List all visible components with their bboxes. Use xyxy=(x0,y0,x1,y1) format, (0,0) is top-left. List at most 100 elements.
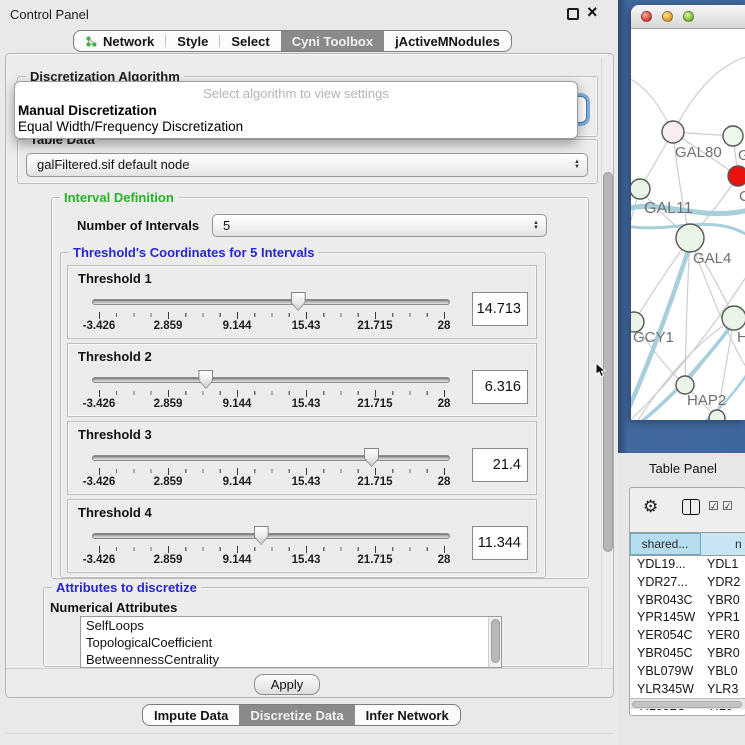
tick-label: 21.715 xyxy=(348,476,402,488)
tab-infer-network[interactable]: Infer Network xyxy=(355,705,460,725)
tab-discretize-data[interactable]: Discretize Data xyxy=(239,705,354,725)
threshold-value-box[interactable]: 11.344 xyxy=(472,526,528,560)
combobox-value: galFiltered.sif default node xyxy=(27,154,587,175)
network-icon xyxy=(85,35,98,48)
table-row[interactable]: YPR145WYPR1 xyxy=(630,609,745,627)
threshold-row: Threshold 1 -3.4262.8599.14415.4321.7152… xyxy=(67,265,537,339)
table-cell: YLR345W xyxy=(630,681,701,699)
column-header-shared-name[interactable]: shared... xyxy=(630,533,701,555)
threshold-value-box[interactable]: 14.713 xyxy=(472,292,528,326)
major-tick xyxy=(99,468,100,475)
slider-thumb[interactable] xyxy=(364,448,379,467)
major-tick xyxy=(306,312,307,319)
major-tick xyxy=(375,546,376,553)
number-of-intervals-combobox[interactable]: 5 ▲▼ xyxy=(212,214,547,237)
network-window-titlebar[interactable] xyxy=(631,5,745,29)
float-window-icon[interactable] xyxy=(567,8,579,20)
table-cell: YBR043C xyxy=(630,592,701,610)
control-panel: Control Panel × Network Style Select Cyn… xyxy=(0,0,618,745)
major-tick xyxy=(375,390,376,397)
column-header-name[interactable]: n xyxy=(701,533,745,555)
attribute-item[interactable]: BetweennessCentrality xyxy=(81,651,501,668)
cyni-toolbox-panel: Discretization Algorithm ▲▼ Select algor… xyxy=(5,53,614,698)
slider-ticks xyxy=(99,391,445,395)
node-gal11[interactable] xyxy=(631,179,650,199)
slider-thumb[interactable] xyxy=(291,292,306,311)
tab-impute-data[interactable]: Impute Data xyxy=(143,705,239,725)
apply-button[interactable]: Apply xyxy=(254,674,320,695)
table-cell: YBR0 xyxy=(701,592,745,610)
major-tick xyxy=(237,468,238,475)
table-hscrollbar[interactable] xyxy=(630,698,745,709)
tick-label: 21.715 xyxy=(348,320,402,332)
checkbox-icon[interactable]: ☑ xyxy=(708,499,719,513)
table-row[interactable]: YER054CYER0 xyxy=(630,627,745,645)
network-canvas[interactable]: GAL80 GA GAL11 C GAL4 GCY1 H HAP2 xyxy=(631,29,745,420)
tab-cyni-toolbox[interactable]: Cyni Toolbox xyxy=(281,31,384,51)
table-cell: YPR145W xyxy=(630,609,701,627)
tick-label: -3.426 xyxy=(72,554,126,566)
tick-label: 15.43 xyxy=(279,476,333,488)
node-h[interactable] xyxy=(722,306,745,330)
attributes-list[interactable]: SelfLoopsTopologicalCoefficientBetweenne… xyxy=(80,616,502,668)
table-rows: YDL19...YDL1YDR27...YDR2YBR043CYBR0YPR14… xyxy=(630,556,745,715)
tick-label: 28 xyxy=(417,554,471,566)
tab-label: Select xyxy=(231,34,269,49)
tick-label: 9.144 xyxy=(210,320,264,332)
slider-ticks xyxy=(99,469,445,473)
major-tick xyxy=(168,546,169,553)
major-tick xyxy=(444,468,445,475)
dropdown-option-manual[interactable]: Manual Discretization xyxy=(15,103,577,119)
slider-zone: -3.4262.8599.14415.4321.71528 xyxy=(99,344,444,418)
attribute-item[interactable]: TopologicalCoefficient xyxy=(81,634,501,651)
tick-label: 21.715 xyxy=(348,398,402,410)
tick-label: 2.859 xyxy=(141,554,195,566)
table-row[interactable]: YBR043CYBR0 xyxy=(630,592,745,610)
node-partial-bottom[interactable] xyxy=(709,410,725,420)
dropdown-placeholder: Select algorithm to view settings xyxy=(15,85,577,103)
slider-thumb[interactable] xyxy=(198,370,213,389)
table-cell: YER054C xyxy=(630,627,701,645)
table-row[interactable]: YDL19...YDL1 xyxy=(630,556,745,574)
network-view-window: GAL80 GA GAL11 C GAL4 GCY1 H HAP2 xyxy=(631,5,745,420)
tab-label: Impute Data xyxy=(154,708,228,723)
table-row[interactable]: YBL079WYBL0 xyxy=(630,663,745,681)
slider-thumb[interactable] xyxy=(254,526,269,545)
table-row[interactable]: YLR345WYLR3 xyxy=(630,681,745,699)
major-tick xyxy=(168,468,169,475)
close-icon[interactable]: × xyxy=(587,2,598,23)
columns-icon[interactable] xyxy=(682,499,700,515)
tab-jactivemnodules[interactable]: jActiveMNodules xyxy=(384,31,511,51)
table-row[interactable]: YBR045CYBR0 xyxy=(630,645,745,663)
tab-style[interactable]: Style xyxy=(166,31,219,51)
tab-select[interactable]: Select xyxy=(220,31,280,51)
scrollbar-thumb[interactable] xyxy=(632,701,742,708)
list-scrollbar[interactable] xyxy=(488,617,501,667)
node-red-selected[interactable] xyxy=(728,166,745,186)
node-gal4[interactable] xyxy=(676,224,704,252)
slider-ticks xyxy=(99,313,445,317)
interval-definition-group: Interval Definition Number of Intervals … xyxy=(51,197,589,579)
threshold-value-box[interactable]: 6.316 xyxy=(472,370,528,404)
tick-label: 15.43 xyxy=(279,398,333,410)
table-cell: YDL19... xyxy=(630,556,701,574)
major-tick xyxy=(237,312,238,319)
tab-network[interactable]: Network xyxy=(74,31,165,51)
slider-zone: -3.4262.8599.14415.4321.71528 xyxy=(99,422,444,496)
stepper-icon: ▲▼ xyxy=(574,160,580,170)
close-window-icon[interactable] xyxy=(641,11,652,22)
node-partial-top-right[interactable] xyxy=(723,126,743,146)
table-row[interactable]: YDR27...YDR2 xyxy=(630,574,745,592)
gear-icon[interactable]: ⚙ xyxy=(643,497,658,517)
threshold-value-box[interactable]: 21.4 xyxy=(472,448,528,482)
checkbox-icon[interactable]: ☑ xyxy=(722,499,733,513)
zoom-window-icon[interactable] xyxy=(683,11,694,22)
numerical-attributes-label: Numerical Attributes xyxy=(50,600,177,615)
attribute-item[interactable]: SelfLoops xyxy=(81,617,501,634)
thresholds-group: Threshold's Coordinates for 5 Intervals … xyxy=(60,252,546,578)
number-of-intervals-label: Number of Intervals xyxy=(77,218,199,233)
minimize-window-icon[interactable] xyxy=(662,11,673,22)
node-gal80[interactable] xyxy=(662,121,684,143)
table-data-combobox[interactable]: galFiltered.sif default node ▲▼ xyxy=(26,153,588,177)
dropdown-option-equal-width[interactable]: Equal Width/Frequency Discretization xyxy=(15,119,577,135)
